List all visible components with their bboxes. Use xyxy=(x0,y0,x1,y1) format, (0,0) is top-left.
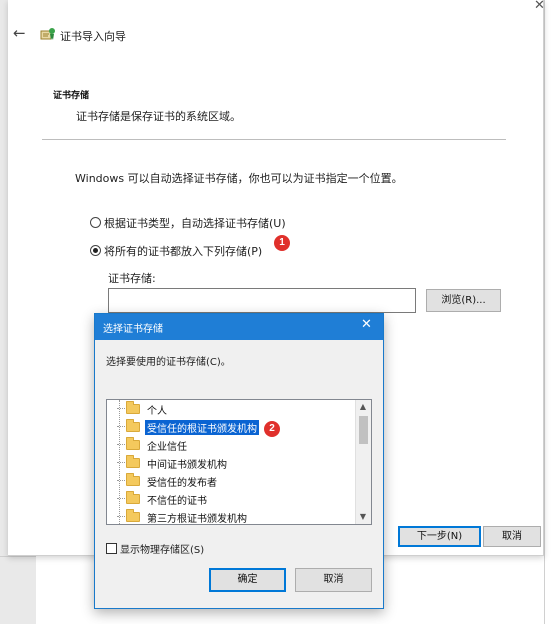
dialog-title: 选择证书存储 xyxy=(103,324,163,335)
ok-button[interactable]: 确定 xyxy=(209,568,286,592)
intro-text: Windows 可以自动选择证书存储，你也可以为证书指定一个位置。 xyxy=(75,172,403,185)
list-item-label: 企业信任 xyxy=(147,442,187,453)
folder-icon xyxy=(126,437,140,450)
list-item[interactable]: 个人 xyxy=(107,400,359,418)
radio-auto-label[interactable]: 根据证书类型，自动选择证书存储(U) xyxy=(104,215,286,231)
store-label: 证书存储: xyxy=(108,272,156,285)
radio-auto-select[interactable] xyxy=(90,217,101,228)
select-store-dialog: 选择证书存储 ✕ 选择要使用的证书存储(C)。 个人 受信任的根证书颁发机构 企… xyxy=(94,313,384,609)
show-physical-label[interactable]: 显示物理存储区(S) xyxy=(120,541,204,556)
folder-icon xyxy=(126,491,140,504)
store-textbox[interactable] xyxy=(108,288,416,313)
show-physical-checkbox[interactable] xyxy=(106,543,117,554)
list-item[interactable]: 不信任的证书 xyxy=(107,490,359,508)
list-item-selected[interactable]: 受信任的根证书颁发机构 xyxy=(107,418,359,436)
radio-manual-label[interactable]: 将所有的证书都放入下列存储(P) xyxy=(104,243,262,259)
list-item[interactable]: 中间证书颁发机构 xyxy=(107,454,359,472)
dialog-cancel-button[interactable]: 取消 xyxy=(295,568,372,592)
list-item-label: 中间证书颁发机构 xyxy=(147,460,227,471)
step-badge-2: 2 xyxy=(264,421,280,437)
list-item-label: 受信任的根证书颁发机构 xyxy=(145,420,259,435)
back-arrow-icon[interactable]: ← xyxy=(13,26,26,41)
step-badge-1: 1 xyxy=(274,235,290,251)
scroll-down-icon[interactable]: ▼ xyxy=(355,512,371,521)
wizard-title: 证书导入向导 xyxy=(60,30,126,43)
section-title: 证书存储 xyxy=(53,91,90,101)
list-item-label: 受信任的发布者 xyxy=(147,478,217,489)
section-description: 证书存储是保存证书的系统区域。 xyxy=(76,110,241,123)
scroll-thumb[interactable] xyxy=(359,416,368,444)
store-tree-list[interactable]: 个人 受信任的根证书颁发机构 企业信任 中间证书颁发机构 受信任的发布者 不信任… xyxy=(106,399,372,525)
wizard-close-icon[interactable]: ✕ xyxy=(534,0,545,12)
folder-icon xyxy=(126,401,140,414)
next-button[interactable]: 下一步(N) xyxy=(398,526,481,547)
background-divider xyxy=(0,556,36,557)
radio-manual-select[interactable] xyxy=(90,245,101,256)
scroll-up-icon[interactable]: ▲ xyxy=(355,402,371,411)
certificate-icon xyxy=(40,26,56,45)
folder-icon xyxy=(126,473,140,486)
wizard-cancel-button[interactable]: 取消 xyxy=(483,526,541,547)
list-item[interactable]: 企业信任 xyxy=(107,436,359,454)
folder-icon xyxy=(126,419,140,432)
dialog-instruction: 选择要使用的证书存储(C)。 xyxy=(106,357,231,368)
folder-icon xyxy=(126,509,140,522)
list-item-label: 个人 xyxy=(147,406,167,417)
dialog-close-icon[interactable]: ✕ xyxy=(361,318,372,331)
list-item-label: 不信任的证书 xyxy=(147,496,207,507)
browse-button[interactable]: 浏览(R)... xyxy=(426,289,501,312)
list-item[interactable]: 第三方根证书颁发机构 xyxy=(107,508,359,525)
list-item-label: 第三方根证书颁发机构 xyxy=(147,514,247,525)
folder-icon xyxy=(126,455,140,468)
background-window-edge xyxy=(544,0,554,624)
header-separator xyxy=(42,139,506,140)
list-item[interactable]: 受信任的发布者 xyxy=(107,472,359,490)
